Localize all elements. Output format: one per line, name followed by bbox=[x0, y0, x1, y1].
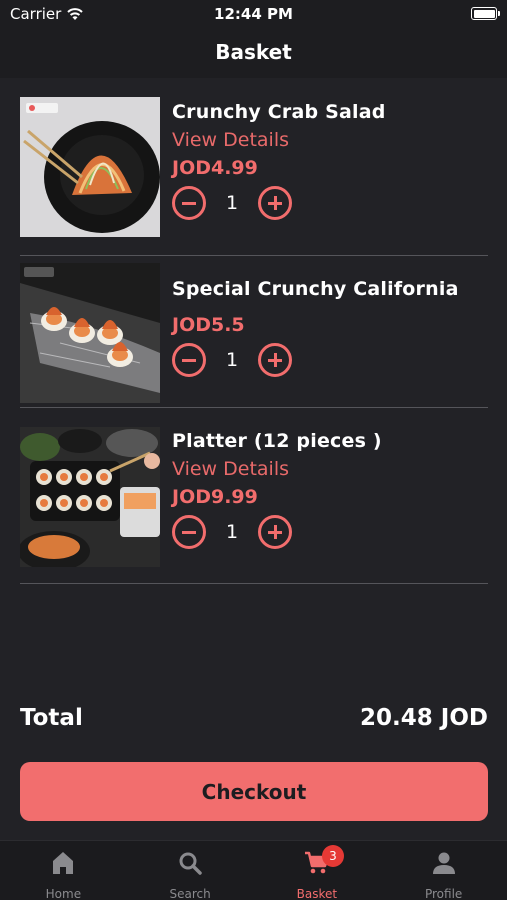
cart-count-badge: 3 bbox=[322, 845, 344, 867]
navigation-bar: Basket bbox=[0, 28, 507, 78]
decrease-quantity-button[interactable] bbox=[172, 343, 206, 377]
quantity-stepper: 1 bbox=[172, 185, 488, 221]
item-price: JOD9.99 bbox=[172, 486, 258, 508]
tab-profile[interactable]: Profile bbox=[380, 841, 507, 900]
status-time: 12:44 PM bbox=[214, 5, 293, 23]
increase-quantity-button[interactable] bbox=[258, 343, 292, 377]
total-label: Total bbox=[20, 705, 83, 731]
battery-icon bbox=[471, 7, 500, 20]
decrease-quantity-button[interactable] bbox=[172, 186, 206, 220]
tab-basket[interactable]: Basket bbox=[254, 841, 381, 900]
search-icon bbox=[179, 852, 202, 875]
home-icon bbox=[53, 852, 74, 874]
checkout-button[interactable]: Checkout bbox=[20, 762, 488, 821]
tab-bar: Home Search Basket Profile bbox=[0, 840, 507, 900]
increase-quantity-button[interactable] bbox=[258, 515, 292, 549]
decrease-quantity-button[interactable] bbox=[172, 515, 206, 549]
status-bar: Carrier 12:44 PM bbox=[0, 0, 507, 28]
view-details-link[interactable]: View Details bbox=[172, 458, 488, 480]
quantity-stepper: 1 bbox=[172, 342, 488, 378]
tab-label: Home bbox=[45, 887, 82, 900]
item-info: Special Crunchy California JOD5.5 1 bbox=[172, 278, 488, 378]
increase-quantity-button[interactable] bbox=[258, 186, 292, 220]
item-price: JOD4.99 bbox=[172, 157, 258, 179]
tab-search[interactable]: Search bbox=[127, 841, 254, 900]
item-info: Crunchy Crab Salad View Details JOD4.99 … bbox=[172, 101, 488, 221]
item-name: Crunchy Crab Salad bbox=[172, 101, 386, 123]
person-icon bbox=[432, 852, 455, 874]
view-details-link[interactable]: View Details bbox=[172, 129, 488, 151]
basket-item: Platter (12 pieces ) View Details JOD9.9… bbox=[20, 408, 488, 584]
crab-salad-photo[interactable] bbox=[20, 97, 160, 237]
basket-list: Crunchy Crab Salad View Details JOD4.99 … bbox=[20, 78, 488, 584]
basket-item: Crunchy Crab Salad View Details JOD4.99 … bbox=[20, 78, 488, 256]
tab-home[interactable]: Home bbox=[0, 841, 127, 900]
quantity-stepper: 1 bbox=[172, 514, 488, 550]
quantity-value: 1 bbox=[225, 521, 239, 543]
sushi-platter-photo[interactable] bbox=[20, 427, 160, 567]
total-row: Total 20.48 JOD bbox=[20, 700, 488, 736]
tab-label: Search bbox=[169, 887, 211, 900]
item-name: Platter (12 pieces ) bbox=[172, 430, 382, 452]
tab-label: Basket bbox=[296, 887, 338, 900]
california-roll-photo[interactable] bbox=[20, 263, 160, 403]
quantity-value: 1 bbox=[225, 192, 239, 214]
item-info: Platter (12 pieces ) View Details JOD9.9… bbox=[172, 430, 488, 550]
item-name: Special Crunchy California bbox=[172, 278, 459, 300]
basket-item: Special Crunchy California JOD5.5 1 bbox=[20, 256, 488, 408]
item-price: JOD5.5 bbox=[172, 314, 245, 336]
quantity-value: 1 bbox=[225, 349, 239, 371]
total-value: 20.48 JOD bbox=[360, 705, 488, 731]
page-title: Basket bbox=[215, 40, 292, 64]
tab-label: Profile bbox=[424, 887, 463, 900]
